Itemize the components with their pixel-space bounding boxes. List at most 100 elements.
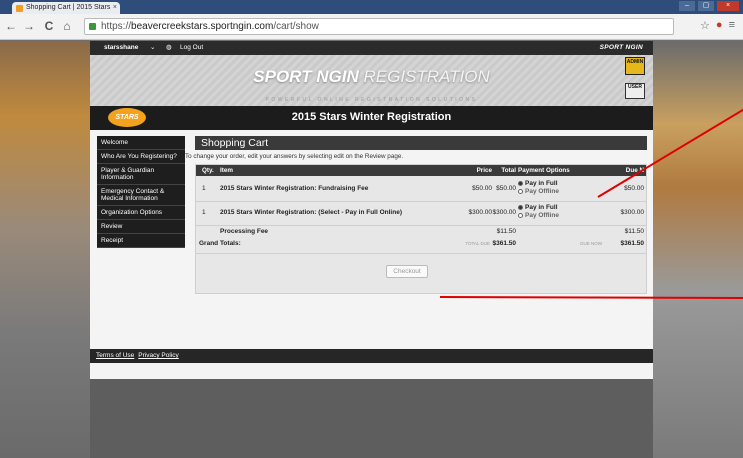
cart-table: Qty. Item Price Total Payment Options Du… [195, 164, 647, 294]
admin-mode-badge[interactable]: ADMIN [625, 57, 645, 75]
pay-in-full-radio[interactable]: Pay in Full [518, 180, 559, 188]
row-price: $300.00 [468, 209, 493, 216]
table-row: 1 2015 Stars Winter Registration: (Selec… [196, 203, 646, 223]
menu-icon[interactable]: ≡ [729, 19, 735, 32]
registration-banner: SPORT NGIN REGISTRATION POWERFUL ONLINE … [90, 55, 653, 106]
globe-icon[interactable]: ◍ [166, 41, 172, 55]
radio-selected-icon [518, 180, 523, 186]
nav-review[interactable]: Review [97, 220, 185, 234]
row-due: $50.00 [624, 185, 644, 192]
cart-table-header: Qty. Item Price Total Payment Options Du… [196, 165, 646, 176]
nav-player-guardian[interactable]: Player & Guardian Information [97, 164, 185, 185]
pay-in-full-label: Pay in Full [525, 204, 558, 211]
url-scheme: https:// [101, 21, 132, 32]
registration-logo: SPORT NGIN REGISTRATION [90, 67, 653, 87]
logo-sub-text: REGISTRATION [363, 67, 490, 86]
chevron-down-icon[interactable]: ⌄ [150, 41, 155, 55]
privacy-policy-link[interactable]: Privacy Policy [138, 352, 178, 359]
registration-steps-nav: Welcome Who Are You Registering? Player … [97, 136, 185, 248]
cart-note: To change your order, edit your answers … [185, 153, 404, 160]
due-now-label: DUE NOW [580, 241, 602, 246]
shopping-cart: Shopping Cart To change your order, edit… [185, 136, 647, 294]
row-qty: 1 [202, 209, 206, 216]
row-divider [196, 253, 646, 254]
back-icon[interactable]: ← [4, 19, 18, 33]
row-payment-options: Pay in Full Pay Offline [518, 180, 559, 196]
grand-totals-label: Grand Totals: [199, 240, 241, 247]
radio-unselected-icon [518, 212, 523, 218]
pay-offline-radio[interactable]: Pay Offline [518, 212, 559, 220]
cart-title: Shopping Cart [195, 136, 647, 150]
extension-icon[interactable]: ● [716, 19, 723, 32]
tagline: POWERFUL ONLINE REGISTRATION SOLUTIONS [265, 97, 478, 103]
nav-receipt[interactable]: Receipt [97, 234, 185, 248]
minimize-icon[interactable]: – [679, 1, 695, 11]
row-payment-options: Pay in Full Pay Offline [518, 204, 559, 220]
nav-emergency-medical[interactable]: Emergency Contact & Medical Information [97, 185, 185, 206]
tab-title: Shopping Cart | 2015 Stars [26, 4, 111, 11]
pay-offline-label: Pay Offline [525, 188, 559, 195]
total-due-label: TOTAL DUE [465, 241, 490, 246]
browser-tab[interactable]: Shopping Cart | 2015 Stars × [12, 2, 120, 14]
background-photo-right [653, 41, 743, 458]
window-controls: – ▢ × [679, 1, 739, 11]
maximize-icon[interactable]: ▢ [698, 1, 714, 11]
pay-offline-label: Pay Offline [525, 212, 559, 219]
row-divider [196, 225, 646, 226]
header-qty: Qty. [202, 167, 214, 174]
nav-organization-options[interactable]: Organization Options [97, 206, 185, 220]
terms-of-use-link[interactable]: Terms of Use [96, 352, 134, 359]
username-menu[interactable]: starsshane [104, 41, 138, 55]
grand-totals-row: Grand Totals: TOTAL DUE $361.50 DUE NOW … [196, 240, 646, 250]
row-item: 2015 Stars Winter Registration: Fundrais… [220, 185, 369, 192]
row-price: $50.00 [472, 185, 492, 192]
background-photo-left [0, 41, 90, 458]
header-item: Item [220, 167, 233, 174]
processing-fee-due: $11.50 [624, 228, 644, 235]
processing-fee-row: Processing Fee $11.50 $11.50 [196, 228, 646, 238]
page-footer: Terms of Use Privacy Policy [90, 349, 653, 363]
browser-toolbar: ← → C ⌂ https://beavercreekstars.sportng… [0, 14, 743, 40]
row-divider [196, 201, 646, 202]
user-mode-badge[interactable]: USER [625, 83, 645, 99]
processing-fee-label: Processing Fee [220, 228, 269, 235]
table-row: 1 2015 Stars Winter Registration: Fundra… [196, 179, 646, 199]
forward-icon[interactable]: → [22, 19, 36, 33]
address-bar[interactable]: https://beavercreekstars.sportngin.com/c… [84, 18, 674, 35]
row-total: $50.00 [496, 185, 516, 192]
pay-offline-radio[interactable]: Pay Offline [518, 188, 559, 196]
grand-due-value: $361.50 [620, 240, 645, 247]
pay-in-full-radio[interactable]: Pay in Full [518, 204, 559, 212]
row-item: 2015 Stars Winter Registration: (Select … [220, 209, 402, 216]
header-payment-options: Payment Options [518, 167, 570, 174]
row-due: $300.00 [620, 209, 645, 216]
favicon-icon [16, 5, 23, 12]
page-viewport: starsshane ⌄ ◍ Log Out SPORT NGIN SPORT … [0, 41, 743, 458]
account-bar: starsshane ⌄ ◍ Log Out SPORT NGIN [90, 41, 653, 55]
header-price: Price [476, 167, 492, 174]
sportngin-brand[interactable]: SPORT NGIN [600, 41, 643, 55]
nav-welcome[interactable]: Welcome [97, 136, 185, 150]
url-path: /cart/show [273, 21, 319, 32]
row-qty: 1 [202, 185, 206, 192]
processing-fee-total: $11.50 [496, 228, 516, 235]
header-total: Total [501, 167, 516, 174]
tab-close-icon[interactable]: × [113, 2, 117, 14]
logo-main-text: SPORT NGIN [253, 67, 359, 86]
radio-selected-icon [518, 204, 523, 210]
window-close-icon[interactable]: × [717, 1, 739, 11]
row-total: $300.00 [492, 209, 517, 216]
checkout-button[interactable]: Checkout [386, 265, 428, 278]
browser-tab-bar: Shopping Cart | 2015 Stars × – ▢ × [0, 0, 743, 14]
pay-in-full-label: Pay in Full [525, 180, 558, 187]
grand-total-value: $361.50 [492, 240, 517, 247]
bookmark-star-icon[interactable]: ☆ [700, 19, 710, 32]
url-host: beavercreekstars.sportngin.com [131, 21, 274, 32]
registration-titlebar: STARS 2015 Stars Winter Registration [90, 106, 653, 130]
nav-who-registering[interactable]: Who Are You Registering? [97, 150, 185, 164]
logout-link[interactable]: Log Out [180, 41, 203, 55]
home-icon[interactable]: ⌂ [60, 19, 74, 33]
reload-icon[interactable]: C [42, 19, 56, 33]
main-content: Welcome Who Are You Registering? Player … [90, 130, 653, 379]
page-title: 2015 Stars Winter Registration [291, 111, 452, 123]
